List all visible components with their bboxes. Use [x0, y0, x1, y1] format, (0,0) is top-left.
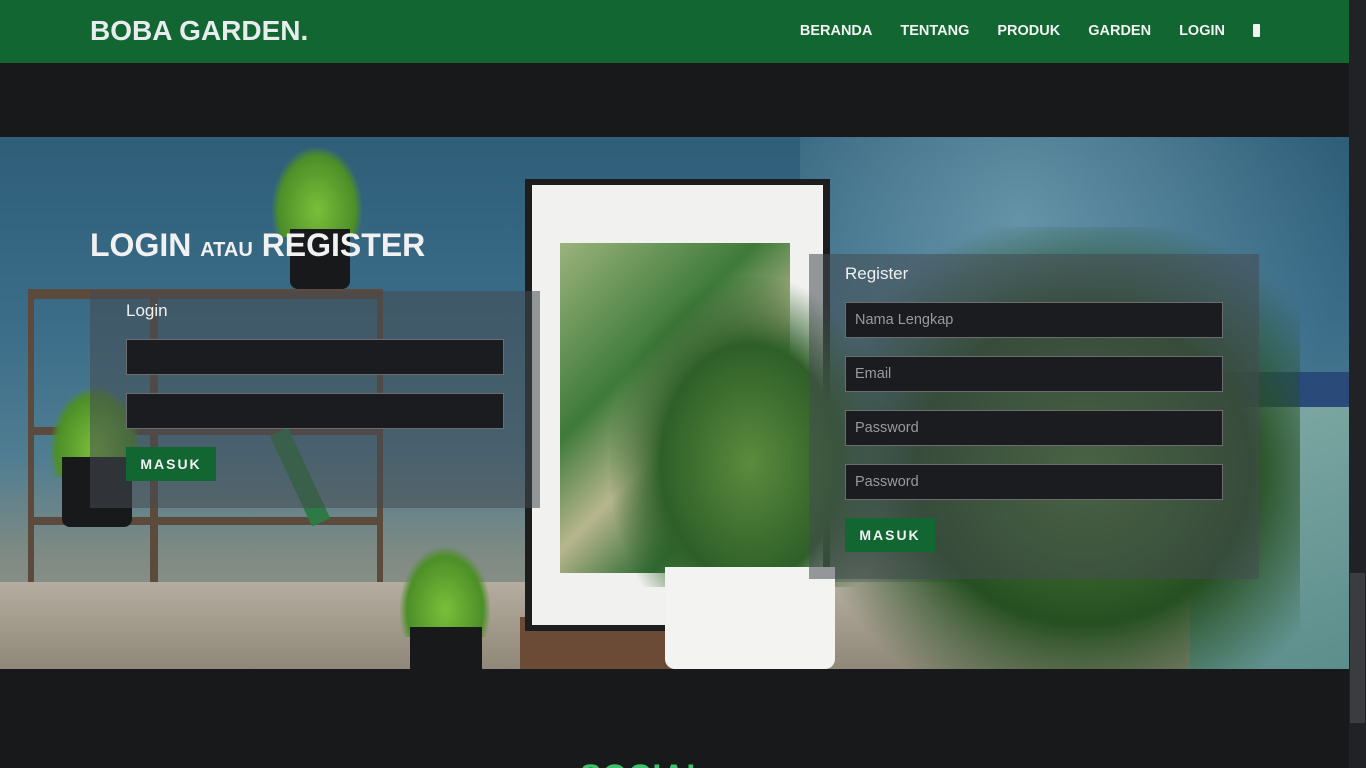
main-nav: BERANDA TENTANG PRODUK GARDEN LOGIN [772, 23, 1260, 39]
nav-item-beranda[interactable]: BERANDA [800, 23, 873, 39]
login-panel: Login MASUK [90, 291, 540, 508]
register-submit-button[interactable]: MASUK [845, 518, 935, 552]
scrollbar-thumb[interactable] [1350, 573, 1365, 723]
nav-item-produk[interactable]: PRODUK [997, 23, 1060, 39]
title-register: REGISTER [261, 227, 426, 263]
social-heading: SOCIAL [580, 758, 707, 768]
register-email-input[interactable] [845, 356, 1223, 392]
nav-item-tentang[interactable]: TENTANG [900, 23, 969, 39]
plant-pot-image [665, 567, 835, 669]
nav-item-garden[interactable]: GARDEN [1088, 23, 1151, 39]
hero-section: LOGIN ATAU REGISTER Login MASUK Register… [0, 137, 1349, 669]
register-password-input[interactable] [845, 410, 1223, 446]
grass-plant-image [400, 547, 490, 637]
plant-pot-image [410, 627, 482, 669]
title-login: LOGIN [90, 227, 192, 263]
page-scrollbar[interactable] [1349, 0, 1366, 768]
login-password-input[interactable] [126, 393, 504, 429]
nav-item-login[interactable]: LOGIN [1179, 23, 1225, 39]
register-panel: Register MASUK [809, 254, 1259, 579]
brand-logo[interactable]: BOBA GARDEN. [90, 15, 308, 47]
register-name-input[interactable] [845, 302, 1223, 338]
login-label: Login [126, 301, 168, 320]
title-atau: ATAU [200, 239, 253, 261]
register-confirm-password-input[interactable] [845, 464, 1223, 500]
login-submit-button[interactable]: MASUK [126, 447, 216, 481]
login-username-input[interactable] [126, 339, 504, 375]
grass-plant-image [272, 147, 362, 237]
navbar: BOBA GARDEN. BERANDA TENTANG PRODUK GARD… [0, 0, 1349, 63]
register-label: Register [845, 264, 909, 283]
cart-icon[interactable] [1253, 24, 1260, 37]
page-title: LOGIN ATAU REGISTER [90, 227, 425, 264]
